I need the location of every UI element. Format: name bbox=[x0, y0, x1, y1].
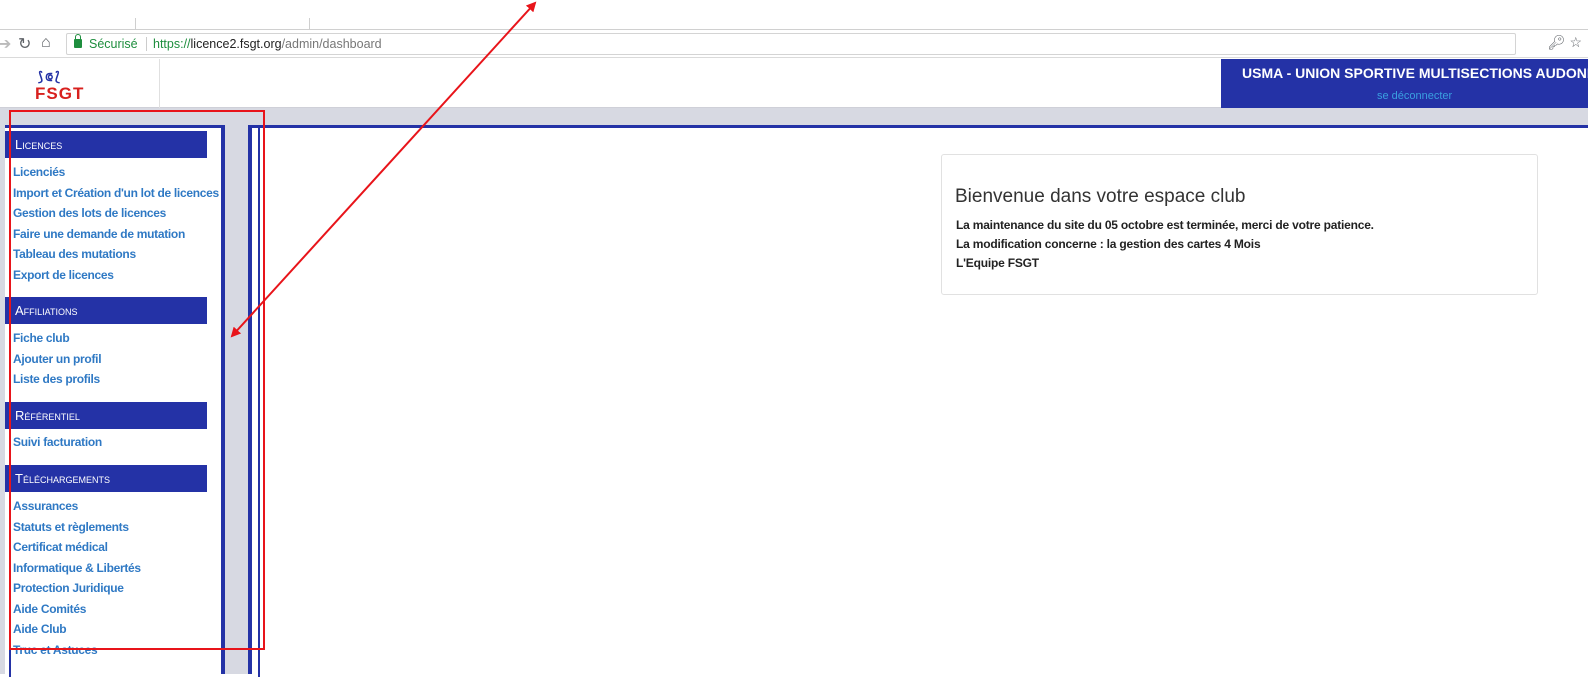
sidebar-link[interactable]: Suivi facturation bbox=[13, 435, 102, 449]
lock-icon bbox=[74, 34, 82, 48]
welcome-title: Bienvenue dans votre espace club bbox=[955, 186, 1246, 207]
sidebar-link[interactable]: Faire une demande de mutation bbox=[13, 227, 185, 241]
sidebar-link[interactable]: Assurances bbox=[13, 499, 78, 513]
sidebar-link[interactable]: Liste des profils bbox=[13, 372, 100, 386]
url-text[interactable]: https://licence2.fsgt.org/admin/dashboar… bbox=[153, 34, 382, 54]
browser-toolbar: ➔ ↻ ⌂ Sécurisé https://licence2.fsgt.org… bbox=[0, 30, 1588, 58]
sidebar-link[interactable]: Aide Club bbox=[13, 622, 67, 636]
sidebar-link[interactable]: Aide Comités bbox=[13, 602, 86, 616]
sidebar-section-telechargements: Téléchargements bbox=[5, 465, 207, 492]
club-banner: USMA - UNION SPORTIVE MULTISECTIONS AUDO… bbox=[1221, 59, 1588, 108]
url-path: /admin/dashboard bbox=[281, 37, 382, 51]
sidebar-link[interactable]: Informatique & Libertés bbox=[13, 561, 141, 575]
logo[interactable]: ⟆⟃⟅ FSGT bbox=[0, 59, 160, 108]
home-icon[interactable]: ⌂ bbox=[41, 34, 51, 52]
secure-label: Sécurisé bbox=[89, 37, 138, 51]
star-icon[interactable]: ☆ bbox=[1569, 34, 1582, 50]
sidebar-section-affiliations: Affiliations bbox=[5, 297, 207, 324]
address-separator bbox=[146, 37, 147, 51]
sidebar-link[interactable]: Gestion des lots de licences bbox=[13, 206, 166, 220]
sidebar-link[interactable]: Truc et Astuces bbox=[13, 643, 98, 657]
welcome-card: Bienvenue dans votre espace club La main… bbox=[941, 154, 1538, 295]
sidebar-link[interactable]: Certificat médical bbox=[13, 540, 108, 554]
browser-tab-strip bbox=[0, 0, 1588, 30]
sidebar-section-referentiel: Référentiel bbox=[5, 402, 207, 429]
sidebar-link[interactable]: Ajouter un profil bbox=[13, 352, 102, 366]
forward-arrow-icon[interactable]: ➔ bbox=[0, 34, 11, 54]
sidebar-link[interactable]: Export de licences bbox=[13, 268, 114, 282]
toolbar-right-icons: 🔑︎ ☆ bbox=[1548, 34, 1582, 51]
sidebar-link[interactable]: Tableau des mutations bbox=[13, 247, 136, 261]
sidebar-section-licences: Licences bbox=[5, 131, 207, 158]
url-scheme: https:// bbox=[153, 37, 191, 51]
welcome-line-3: L'Equipe FSGT bbox=[956, 256, 1039, 270]
address-bar[interactable]: Sécurisé https://licence2.fsgt.org/admin… bbox=[66, 33, 1516, 55]
club-name: USMA - UNION SPORTIVE MULTISECTIONS AUDO… bbox=[1242, 65, 1588, 81]
key-icon[interactable]: 🔑︎ bbox=[1548, 34, 1566, 50]
logo-text: FSGT bbox=[35, 84, 85, 103]
sidebar-link[interactable]: Licenciés bbox=[13, 165, 65, 179]
site-header: ⟆⟃⟅ FSGT USMA - UNION SPORTIVE MULTISECT… bbox=[0, 59, 1588, 108]
welcome-line-1: La maintenance du site du 05 octobre est… bbox=[956, 218, 1374, 232]
sidebar-link[interactable]: Statuts et règlements bbox=[13, 520, 129, 534]
browser-tab[interactable] bbox=[135, 18, 310, 30]
logo-emblem-icon: ⟆⟃⟅ bbox=[38, 69, 62, 84]
sidebar-content: Licences Licenciés Import et Création d'un… bbox=[5, 128, 221, 677]
main-border bbox=[258, 128, 260, 677]
sidebar-link[interactable]: Fiche club bbox=[13, 331, 70, 345]
sidebar: Licences Licenciés Import et Création d'un… bbox=[5, 125, 225, 677]
sidebar-link[interactable]: Import et Création d'un lot de licences bbox=[13, 186, 219, 200]
url-host: licence2.fsgt.org bbox=[190, 37, 282, 51]
sidebar-link[interactable]: Protection Juridique bbox=[13, 581, 124, 595]
reload-icon[interactable]: ↻ bbox=[18, 34, 31, 54]
logout-link[interactable]: se déconnecter bbox=[1377, 90, 1452, 102]
welcome-line-2: La modification concerne : la gestion de… bbox=[956, 237, 1261, 251]
